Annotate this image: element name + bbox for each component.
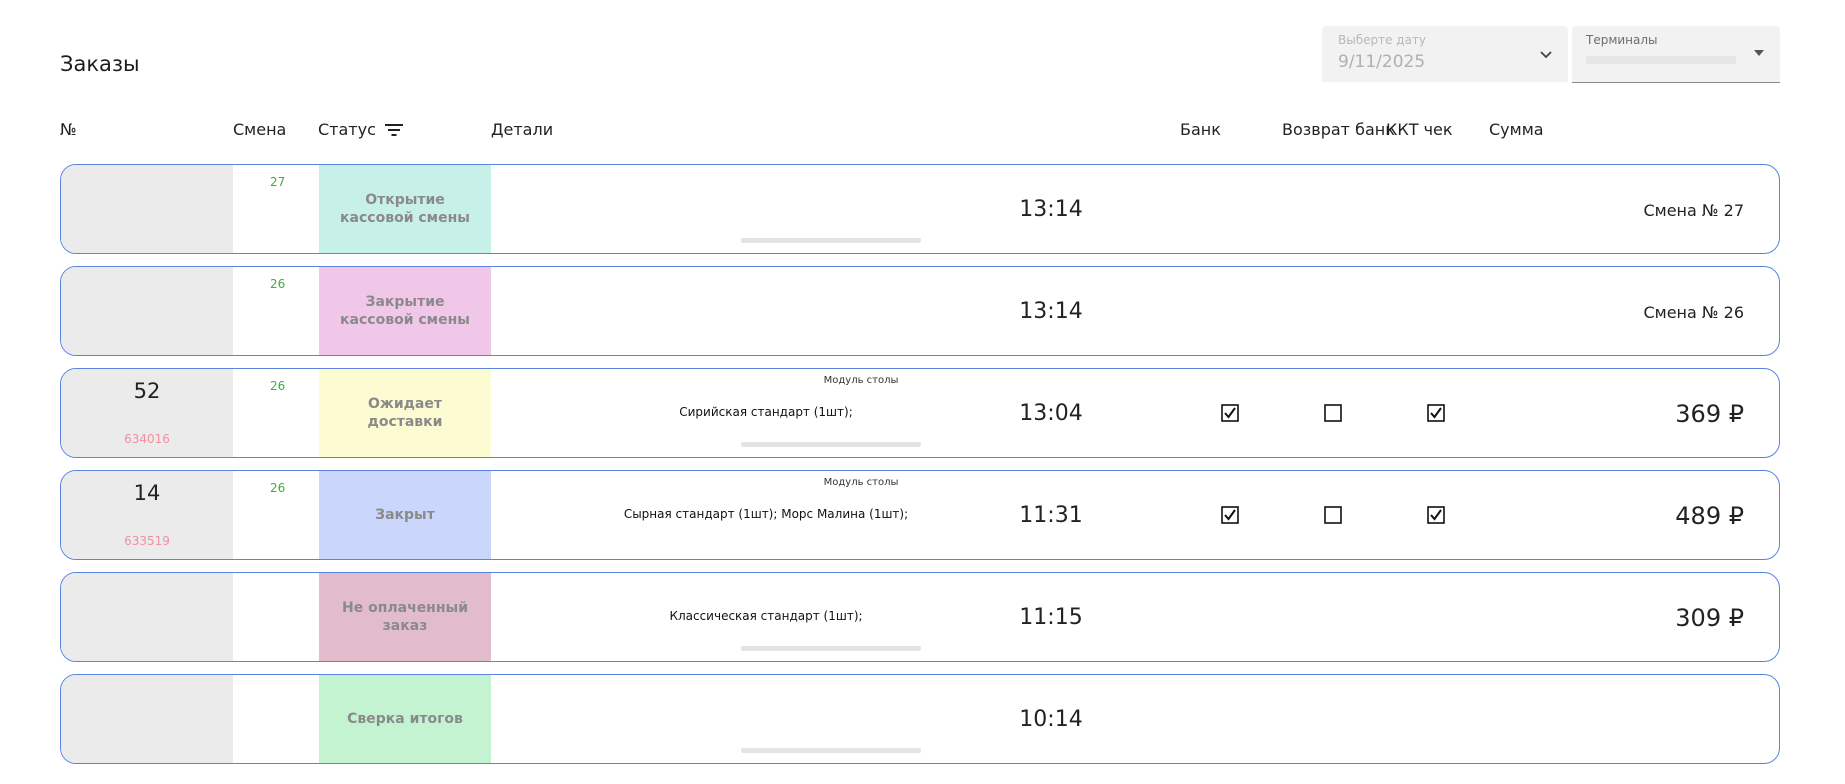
order-sum: Смена № 27 (1643, 201, 1744, 220)
status-badge: Открытие кассовой смены (319, 165, 491, 253)
order-time: 13:04 (1019, 401, 1083, 426)
date-picker-value: 9/11/2025 (1338, 52, 1426, 72)
bank-checkbox[interactable] (1221, 506, 1239, 524)
order-sum: Смена № 26 (1643, 303, 1744, 322)
order-id: 633519 (124, 534, 170, 548)
order-details: Сирийская стандарт (1шт); (679, 405, 853, 419)
status-badge: Закрытие кассовой смены (319, 267, 491, 355)
table-row[interactable]: 27 Открытие кассовой смены 13:14 Смена №… (60, 164, 1780, 254)
order-details: Классическая стандарт (1шт); (669, 609, 863, 623)
column-header-bank: Банк (1180, 120, 1221, 139)
kkt-checkbox[interactable] (1427, 404, 1445, 422)
order-id: 634016 (124, 432, 170, 446)
column-header-status: Статус (318, 120, 376, 139)
kkt-checkbox[interactable] (1427, 506, 1445, 524)
table-row[interactable]: 52 634016 26 Ожидает доставки Модуль сто… (60, 368, 1780, 458)
order-sum: 489 ₽ (1675, 502, 1744, 530)
order-time: 13:14 (1019, 197, 1083, 222)
order-number-cell (61, 675, 233, 763)
terminal-address (741, 442, 921, 447)
module-label: Модуль столы (823, 375, 899, 386)
order-number-cell (61, 165, 233, 253)
table-row[interactable]: 26 Закрытие кассовой смены 13:14 Смена №… (60, 266, 1780, 356)
column-header-kkt: ККТ чек (1386, 120, 1453, 139)
status-badge: Сверка итогов (319, 675, 491, 763)
order-time: 10:14 (1019, 707, 1083, 732)
chevron-down-icon[interactable] (1538, 46, 1554, 62)
terminal-address (741, 238, 921, 243)
order-sum: 309 ₽ (1675, 604, 1744, 632)
order-time: 11:15 (1019, 605, 1083, 630)
status-badge: Закрыт (319, 471, 491, 559)
order-details: Сырная стандарт (1шт); Морс Малина (1шт)… (623, 507, 909, 521)
table-row[interactable]: Не оплаченный заказ Классическая стандар… (60, 572, 1780, 662)
order-number: 52 (133, 379, 161, 403)
column-header-sum: Сумма (1489, 120, 1544, 139)
order-number-cell (61, 267, 233, 355)
terminal-address (741, 748, 921, 753)
page-title: Заказы (60, 52, 140, 76)
refund-bank-checkbox[interactable] (1324, 404, 1342, 422)
terminal-select-label: Терминалы (1586, 33, 1658, 47)
column-header-shift: Смена (233, 120, 287, 139)
date-picker-label: Выберте дату (1338, 33, 1427, 47)
column-header-details: Детали (491, 120, 554, 139)
shift-number: 26 (270, 379, 286, 393)
status-badge: Ожидает доставки (319, 369, 491, 457)
order-number: 14 (133, 481, 161, 505)
bank-checkbox[interactable] (1221, 404, 1239, 422)
terminal-address (741, 646, 921, 651)
order-time: 13:14 (1019, 299, 1083, 324)
date-picker[interactable]: Выберте дату 9/11/2025 (1322, 26, 1568, 82)
column-header-num: № (60, 120, 77, 139)
shift-number: 26 (270, 481, 286, 495)
shift-number: 27 (270, 175, 286, 189)
filter-icon[interactable] (385, 123, 403, 137)
order-number-cell (61, 573, 233, 661)
table-row[interactable]: Сверка итогов 10:14 (60, 674, 1780, 764)
module-label: Модуль столы (823, 477, 899, 488)
dropdown-arrow-icon[interactable] (1754, 50, 1764, 56)
terminal-select[interactable]: Терминалы (1572, 26, 1780, 83)
table-row[interactable]: 14 633519 26 Закрыт Модуль столы Сырная … (60, 470, 1780, 560)
shift-number: 26 (270, 277, 286, 291)
status-badge: Не оплаченный заказ (319, 573, 491, 661)
order-sum: 369 ₽ (1675, 400, 1744, 428)
refund-bank-checkbox[interactable] (1324, 506, 1342, 524)
terminal-select-value (1586, 56, 1746, 66)
order-time: 11:31 (1019, 503, 1083, 528)
column-header-refund-bank: Возврат банк (1282, 120, 1395, 139)
